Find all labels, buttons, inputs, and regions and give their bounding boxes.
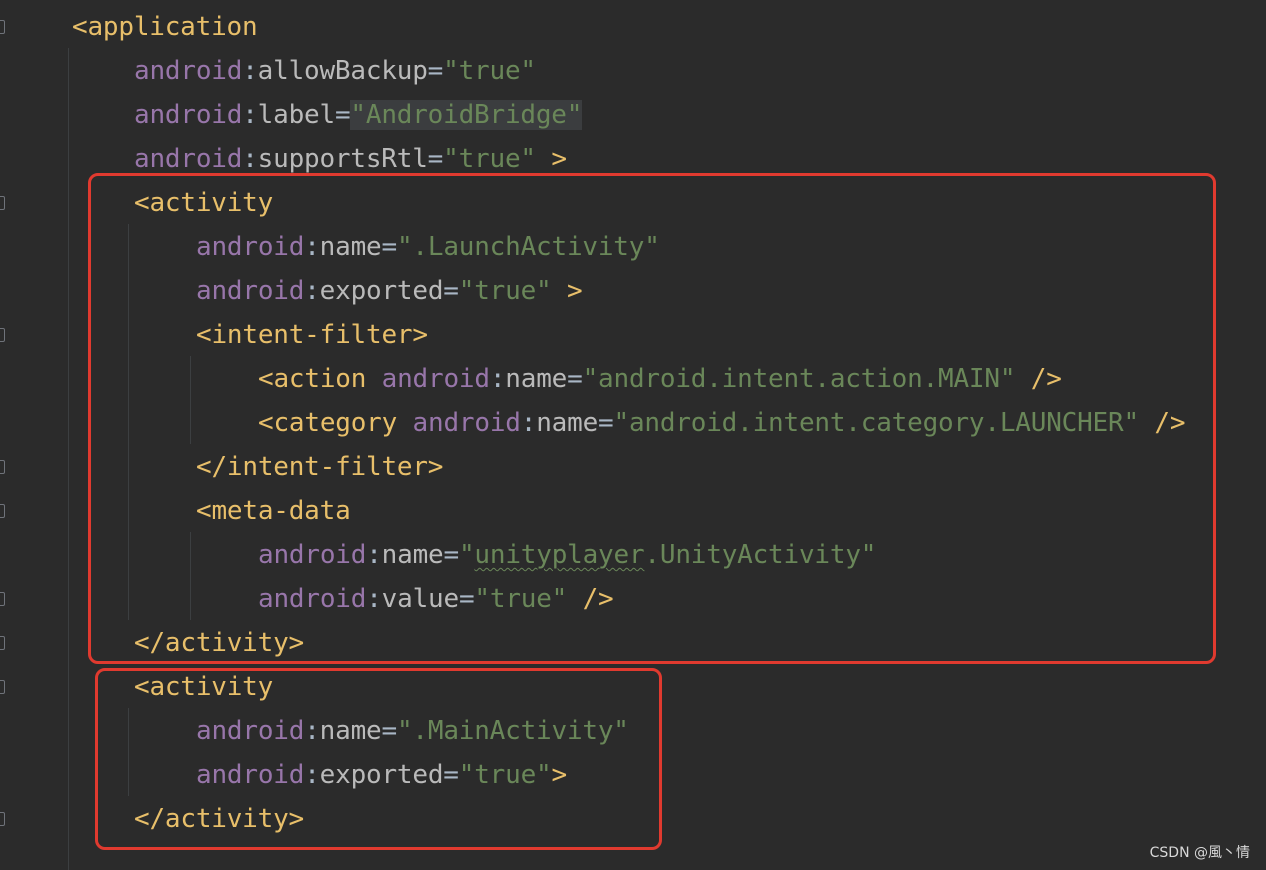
code-line[interactable]: <application: [72, 5, 258, 49]
code-token: "true": [443, 56, 536, 86]
code-token: =: [427, 56, 444, 86]
code-token: label: [257, 100, 335, 130]
code-token: =: [334, 100, 351, 130]
fold-marker-icon[interactable]: [0, 460, 5, 474]
code-token: =: [427, 144, 444, 174]
annotation-box-launch-activity: [88, 173, 1216, 664]
code-token: >: [535, 144, 567, 174]
code-line[interactable]: android:allowBackup="true": [134, 49, 536, 93]
fold-marker-icon[interactable]: [0, 592, 5, 606]
code-token: android: [134, 100, 243, 130]
fold-marker-icon[interactable]: [0, 636, 5, 650]
code-token: <application: [72, 12, 258, 42]
annotation-box-main-activity: [95, 668, 662, 850]
code-token: allowBackup: [257, 56, 428, 86]
code-token: "true": [443, 144, 536, 174]
fold-marker-icon[interactable]: [0, 680, 5, 694]
code-token: :: [242, 56, 258, 86]
editor-gutter: [0, 0, 12, 870]
code-editor[interactable]: <application android:allowBackup="true" an…: [0, 0, 1266, 870]
fold-marker-icon[interactable]: [0, 196, 5, 210]
code-token: :: [242, 100, 258, 130]
code-line[interactable]: android:label="AndroidBridge": [134, 93, 582, 137]
watermark: CSDN @風丶情: [1149, 845, 1250, 861]
code-token: android: [134, 56, 243, 86]
code-token: supportsRtl: [257, 144, 428, 174]
code-token: "AndroidBridge": [350, 100, 583, 130]
fold-marker-icon[interactable]: [0, 812, 5, 826]
code-token: android: [134, 144, 243, 174]
fold-marker-icon[interactable]: [0, 20, 5, 34]
fold-marker-icon[interactable]: [0, 504, 5, 518]
code-token: :: [242, 144, 258, 174]
indent-guide: [68, 48, 69, 870]
fold-marker-icon[interactable]: [0, 328, 5, 342]
